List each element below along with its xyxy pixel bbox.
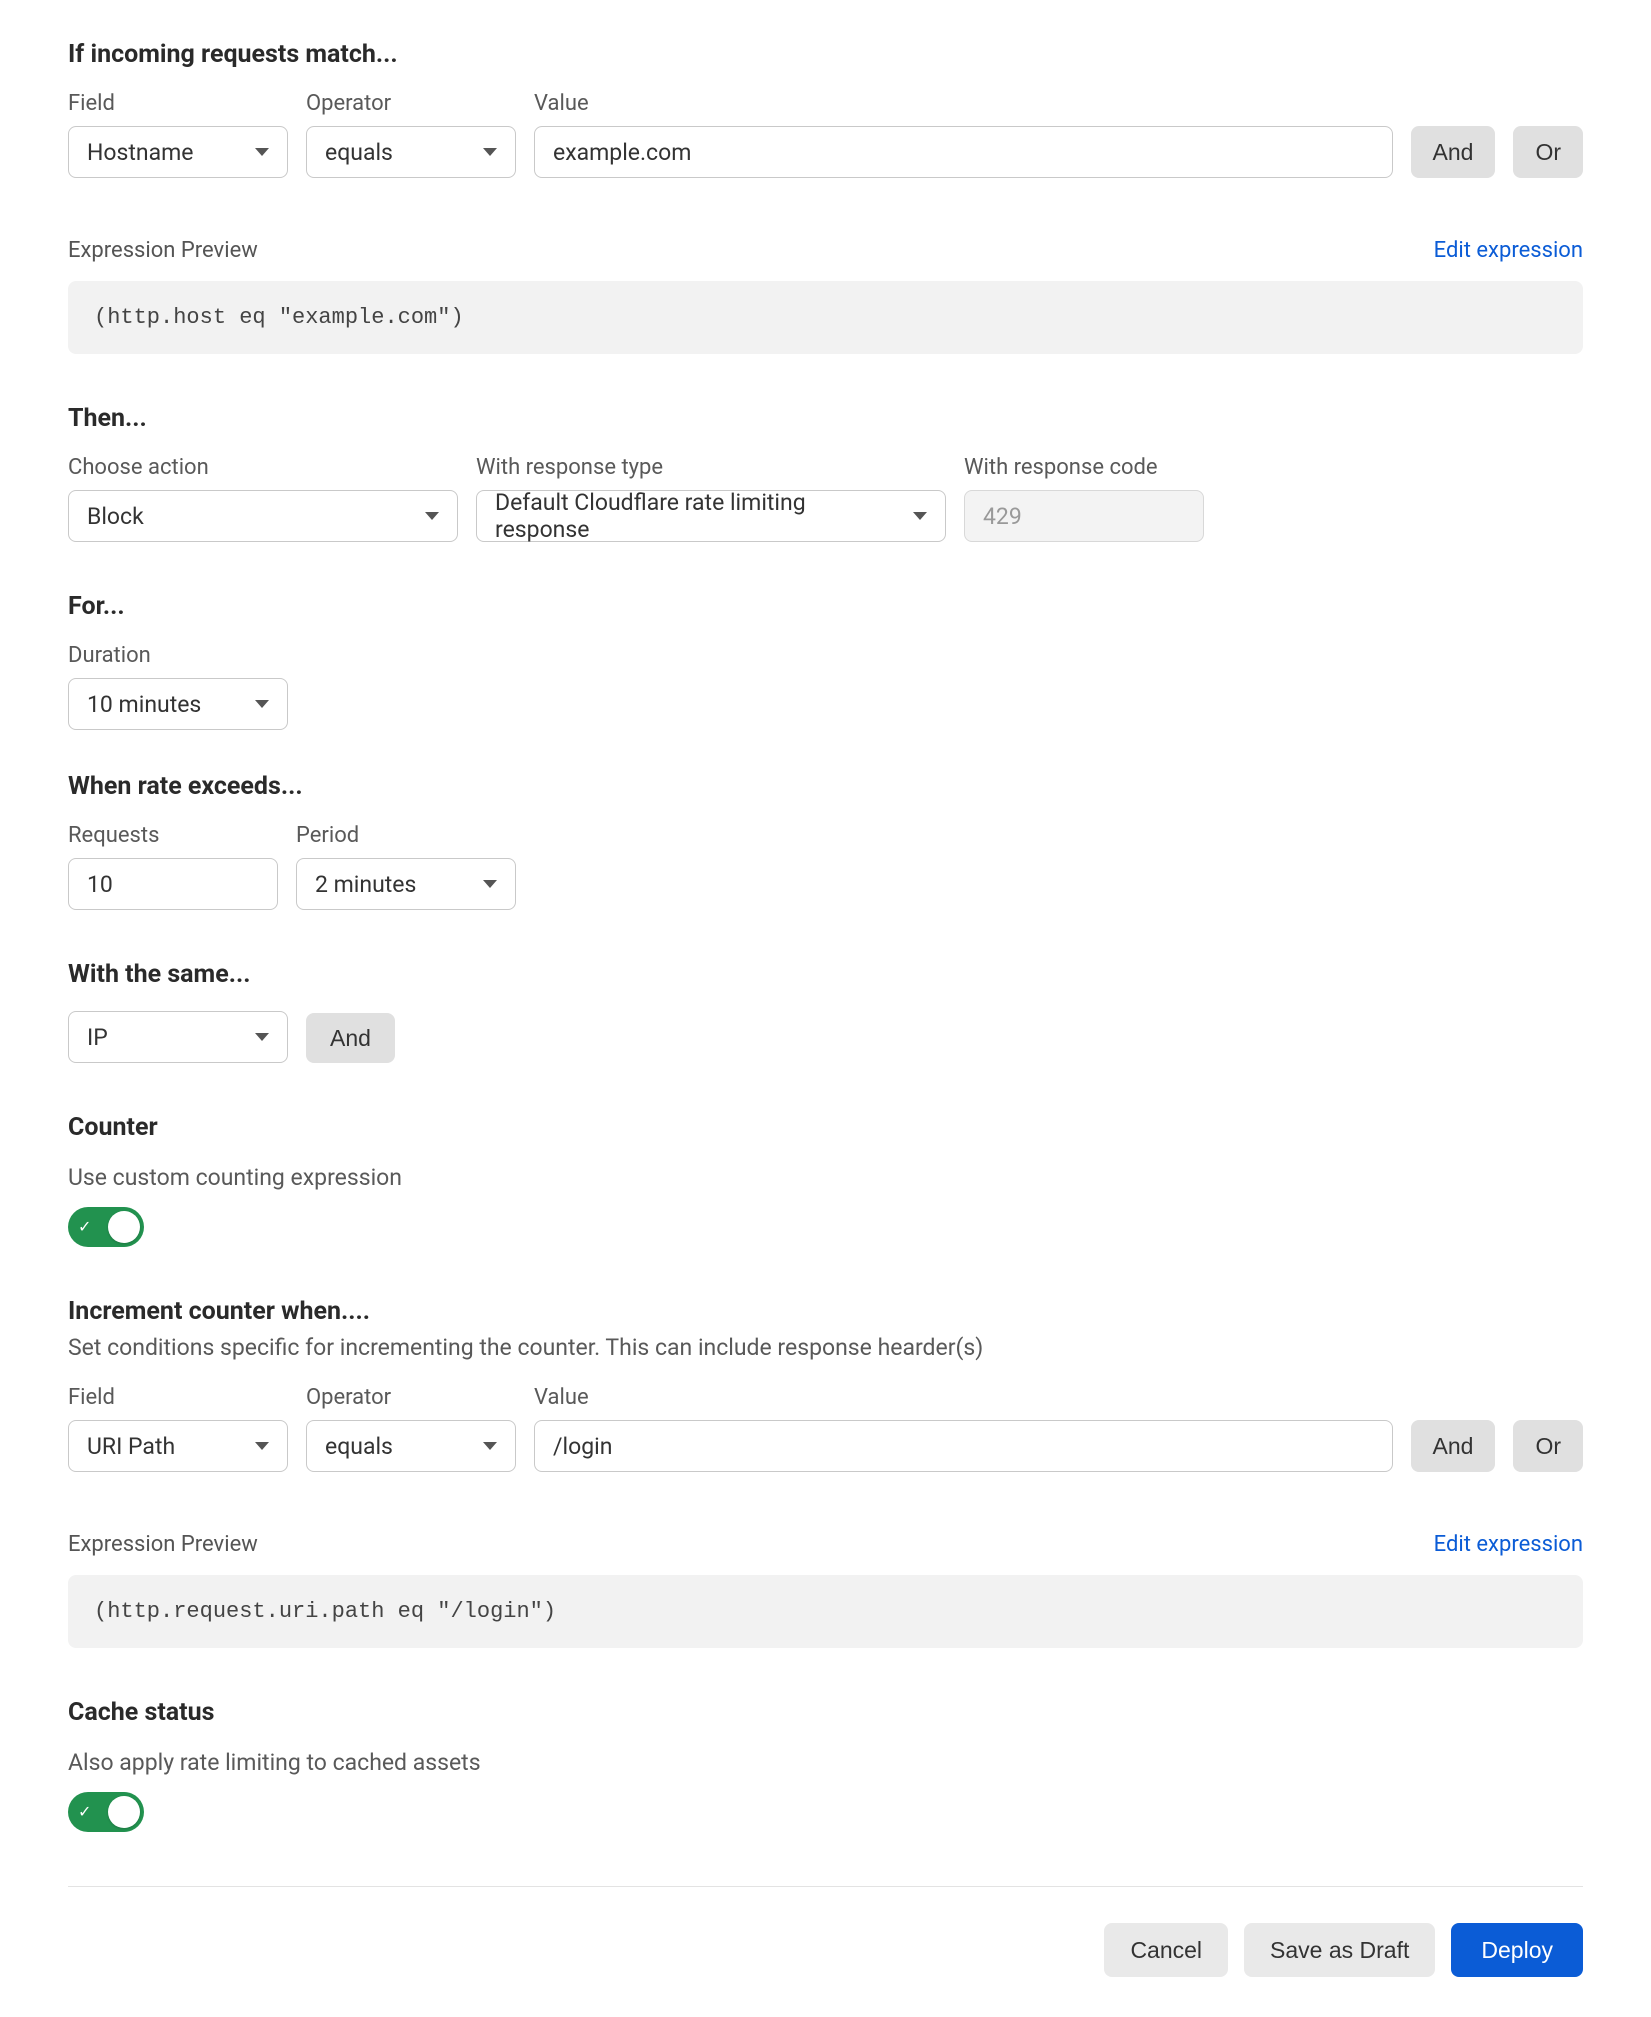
- cache-heading: Cache status: [68, 1698, 1583, 1727]
- increment-operator-value: equals: [325, 1433, 393, 1460]
- match-field-value: Hostname: [87, 139, 194, 166]
- rate-heading: When rate exceeds...: [68, 772, 1583, 801]
- chevron-down-icon: [425, 512, 439, 520]
- cache-toggle[interactable]: ✓: [68, 1792, 144, 1832]
- chevron-down-icon: [913, 512, 927, 520]
- requests-value: 10: [87, 871, 113, 898]
- expr2-title: Expression Preview: [68, 1532, 258, 1557]
- cancel-button[interactable]: Cancel: [1104, 1923, 1228, 1977]
- increment-operator-label: Operator: [306, 1385, 516, 1410]
- counter-toggle[interactable]: ✓: [68, 1207, 144, 1247]
- requests-input[interactable]: 10: [68, 858, 278, 910]
- match-heading: If incoming requests match...: [68, 40, 1583, 69]
- same-and-button[interactable]: And: [306, 1013, 395, 1063]
- match-and-button[interactable]: And: [1411, 126, 1496, 178]
- match-field-label: Field: [68, 91, 288, 116]
- increment-value-text: /login: [553, 1433, 612, 1460]
- deploy-button[interactable]: Deploy: [1451, 1923, 1583, 1977]
- same-characteristic-select[interactable]: IP: [68, 1011, 288, 1063]
- chevron-down-icon: [483, 148, 497, 156]
- expr1-edit-link[interactable]: Edit expression: [1434, 238, 1583, 263]
- increment-value-label: Value: [534, 1385, 1393, 1410]
- same-heading: With the same...: [68, 960, 1583, 989]
- duration-value: 10 minutes: [87, 691, 201, 718]
- expr1-code: (http.host eq "example.com"): [68, 281, 1583, 354]
- duration-select[interactable]: 10 minutes: [68, 678, 288, 730]
- increment-and-button[interactable]: And: [1411, 1420, 1496, 1472]
- increment-field-label: Field: [68, 1385, 288, 1410]
- save-draft-button[interactable]: Save as Draft: [1244, 1923, 1435, 1977]
- match-operator-label: Operator: [306, 91, 516, 116]
- choose-action-select[interactable]: Block: [68, 490, 458, 542]
- increment-operator-select[interactable]: equals: [306, 1420, 516, 1472]
- toggle-knob: [108, 1211, 140, 1243]
- resp-type-select[interactable]: Default Cloudflare rate limiting respons…: [476, 490, 946, 542]
- chevron-down-icon: [483, 880, 497, 888]
- increment-heading: Increment counter when....: [68, 1297, 1583, 1326]
- choose-action-label: Choose action: [68, 455, 458, 480]
- choose-action-value: Block: [87, 503, 144, 530]
- check-icon: ✓: [78, 1219, 91, 1235]
- duration-label: Duration: [68, 643, 288, 668]
- check-icon: ✓: [78, 1804, 91, 1820]
- chevron-down-icon: [255, 1033, 269, 1041]
- match-value-input[interactable]: example.com: [534, 126, 1393, 178]
- requests-label: Requests: [68, 823, 278, 848]
- expr2-edit-link[interactable]: Edit expression: [1434, 1532, 1583, 1557]
- period-select[interactable]: 2 minutes: [296, 858, 516, 910]
- resp-type-value: Default Cloudflare rate limiting respons…: [495, 489, 901, 543]
- cache-subtext: Also apply rate limiting to cached asset…: [68, 1749, 1583, 1776]
- chevron-down-icon: [255, 1442, 269, 1450]
- match-or-button[interactable]: Or: [1513, 126, 1583, 178]
- resp-code-input: 429: [964, 490, 1204, 542]
- chevron-down-icon: [255, 700, 269, 708]
- match-operator-select[interactable]: equals: [306, 126, 516, 178]
- resp-code-placeholder: 429: [983, 503, 1022, 530]
- counter-subtext: Use custom counting expression: [68, 1164, 1583, 1191]
- resp-type-label: With response type: [476, 455, 946, 480]
- period-label: Period: [296, 823, 516, 848]
- footer-divider: [68, 1886, 1583, 1887]
- increment-subtext: Set conditions specific for incrementing…: [68, 1334, 1583, 1361]
- increment-value-input[interactable]: /login: [534, 1420, 1393, 1472]
- chevron-down-icon: [255, 148, 269, 156]
- expr2-code: (http.request.uri.path eq "/login"): [68, 1575, 1583, 1648]
- match-operator-value: equals: [325, 139, 393, 166]
- toggle-knob: [108, 1796, 140, 1828]
- match-value-label: Value: [534, 91, 1393, 116]
- period-value: 2 minutes: [315, 871, 416, 898]
- match-field-select[interactable]: Hostname: [68, 126, 288, 178]
- match-value-text: example.com: [553, 139, 691, 166]
- expr1-title: Expression Preview: [68, 238, 258, 263]
- increment-or-button[interactable]: Or: [1513, 1420, 1583, 1472]
- then-heading: Then...: [68, 404, 1583, 433]
- counter-heading: Counter: [68, 1113, 1583, 1142]
- resp-code-label: With response code: [964, 455, 1204, 480]
- increment-field-select[interactable]: URI Path: [68, 1420, 288, 1472]
- same-value: IP: [87, 1024, 108, 1051]
- chevron-down-icon: [483, 1442, 497, 1450]
- increment-field-value: URI Path: [87, 1433, 175, 1460]
- for-heading: For...: [68, 592, 1583, 621]
